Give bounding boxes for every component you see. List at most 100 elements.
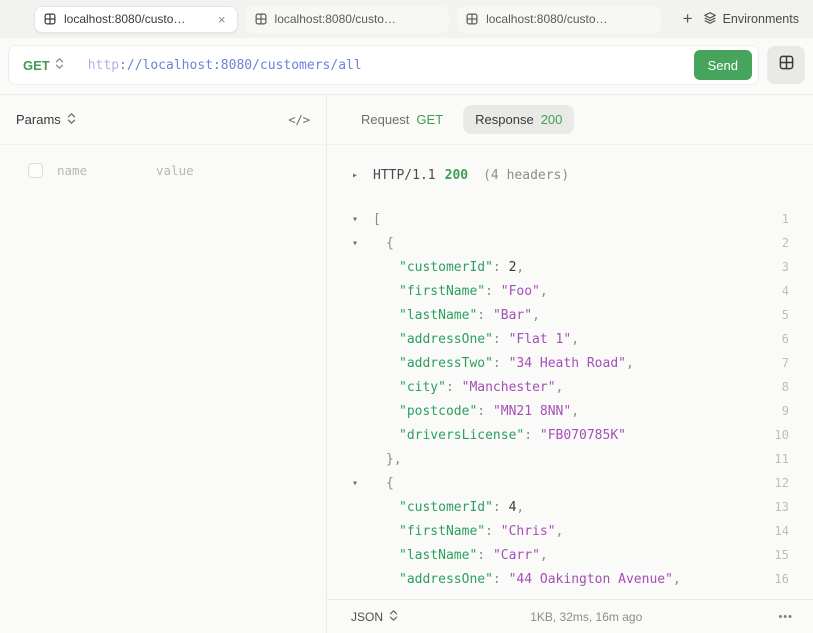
request-tab-label: Request xyxy=(361,112,410,127)
json-line: "firstName": "Chris", 14 xyxy=(327,519,813,543)
json-line: "driversLicense": "FB070785K" 10 xyxy=(327,423,813,447)
response-format-label: JSON xyxy=(351,609,384,624)
json-line-content: "addressOne": "Flat 1", xyxy=(373,332,773,347)
json-token-punct: { xyxy=(386,235,394,251)
param-enabled-checkbox[interactable] xyxy=(28,163,43,178)
params-dropdown[interactable]: Params xyxy=(16,112,76,128)
json-token-str: "Flat 1" xyxy=(508,331,572,347)
json-token-punct: : xyxy=(477,307,493,323)
line-number: 3 xyxy=(781,260,789,274)
line-number: 5 xyxy=(781,308,789,322)
grid-request-icon xyxy=(255,13,267,25)
json-token-key: "driversLicense" xyxy=(399,427,525,443)
response-header: Request GET Response 200 xyxy=(327,95,813,145)
json-token-punct: : xyxy=(477,403,493,419)
send-button[interactable]: Send xyxy=(693,50,752,80)
params-header: Params </> xyxy=(0,95,326,145)
json-token-str: "Bar" xyxy=(492,307,533,323)
tab-request-view[interactable]: Request GET xyxy=(351,105,453,134)
close-tab-icon[interactable]: × xyxy=(216,12,228,27)
chevron-up-down-icon xyxy=(55,57,64,73)
line-number: 8 xyxy=(781,380,789,394)
request-tab-1[interactable]: localhost:8080/custo… × xyxy=(34,5,238,33)
json-line-content: "city": "Manchester", xyxy=(373,380,773,395)
environments-label: Environments xyxy=(722,12,799,26)
json-token-key: "lastName" xyxy=(399,307,478,323)
collapse-arrow-down-icon[interactable]: ▾ xyxy=(327,214,373,225)
json-token-punct: : xyxy=(492,499,509,515)
json-token-punct: [ xyxy=(373,211,381,227)
json-line-content: }, xyxy=(373,452,773,467)
http-status-line: ▸ HTTP/1.1 200 (4 headers) xyxy=(327,163,813,187)
params-label: Params xyxy=(16,112,61,127)
json-token-key: "customerId" xyxy=(399,259,493,275)
url-input[interactable]: http://localhost:8080/customers/all xyxy=(88,58,694,73)
json-token-punct: , xyxy=(555,379,564,395)
method-selector[interactable]: GET xyxy=(23,57,64,73)
json-line-content: "lastName": "Carr", xyxy=(373,548,773,563)
line-number: 1 xyxy=(781,212,789,226)
request-tab-3[interactable]: localhost:8080/custo… xyxy=(457,5,661,33)
http-protocol: HTTP/1.1 xyxy=(373,167,436,183)
json-token-key: "postcode" xyxy=(399,403,478,419)
json-token-punct: , xyxy=(516,499,525,515)
json-token-punct: { xyxy=(386,475,394,491)
json-token-punct: , xyxy=(539,283,548,299)
line-number: 13 xyxy=(774,500,789,514)
tab-label: localhost:8080/custo… xyxy=(64,12,186,26)
more-options-button[interactable]: ••• xyxy=(774,609,797,625)
collapse-arrow-down-icon[interactable]: ▾ xyxy=(327,238,373,249)
line-number: 12 xyxy=(774,476,789,490)
new-tab-button[interactable]: + xyxy=(673,4,703,34)
json-token-punct: : xyxy=(492,355,509,371)
json-line-content: "customerId": 2, xyxy=(373,260,773,275)
json-line: }, 11 xyxy=(327,447,813,471)
response-json-lines: ▾[1 ▾{2 "customerId": 2, 3 "firstName": "Foo… xyxy=(327,207,813,591)
grid-view-button[interactable] xyxy=(767,46,805,84)
param-row xyxy=(0,163,326,178)
json-token-punct: , xyxy=(532,307,540,323)
json-line: "lastName": "Bar", 5 xyxy=(327,303,813,327)
tab-response-view[interactable]: Response 200 xyxy=(463,105,575,134)
collapse-arrow-right-icon[interactable]: ▸ xyxy=(327,170,373,181)
json-line: "addressOne": "Flat 1", 6 xyxy=(327,327,813,351)
json-token-punct: , xyxy=(672,571,681,587)
method-label: GET xyxy=(23,57,50,73)
json-line: "addressTwo": "34 Heath Road", 7 xyxy=(327,351,813,375)
collapse-arrow-down-icon[interactable]: ▾ xyxy=(327,478,373,489)
request-tab-2[interactable]: localhost:8080/custo… xyxy=(245,5,450,33)
json-line: "firstName": "Foo", 4 xyxy=(327,279,813,303)
json-token-punct: : xyxy=(492,259,509,275)
response-format-selector[interactable]: JSON xyxy=(351,609,398,625)
line-number: 11 xyxy=(774,452,789,466)
line-number: 6 xyxy=(781,332,789,346)
json-token-punct: : xyxy=(485,523,501,539)
json-token-key: "lastName" xyxy=(399,547,478,563)
http-status: 200 xyxy=(444,167,469,183)
app-window: localhost:8080/custo… × localhost:8080/c… xyxy=(0,0,813,633)
param-value-input[interactable] xyxy=(156,163,241,178)
json-line: "customerId": 2, 3 xyxy=(327,255,813,279)
url-path: ://localhost:8080/customers/all xyxy=(119,57,362,73)
environments-button[interactable]: Environments xyxy=(703,11,799,28)
code-icon[interactable]: </> xyxy=(288,113,310,127)
request-url-row: GET http://localhost:8080/customers/all … xyxy=(0,38,813,95)
line-number: 2 xyxy=(781,236,789,250)
json-token-str: "34 Heath Road" xyxy=(508,355,626,371)
json-line: "addressOne": "44 Oakington Avenue", 16 xyxy=(327,567,813,591)
json-token-str: "MN21 8NN" xyxy=(492,403,572,419)
json-token-punct: , xyxy=(625,355,634,371)
json-token-punct: , xyxy=(516,259,525,275)
json-token-punct: : xyxy=(524,427,540,443)
chevron-up-down-icon xyxy=(389,609,398,625)
http-headers-count: (4 headers) xyxy=(483,167,570,183)
json-token-punct: : xyxy=(492,331,509,347)
json-token-str: "Foo" xyxy=(500,283,540,299)
json-line-content: [ xyxy=(373,212,773,227)
line-number: 9 xyxy=(781,404,789,418)
json-token-str: "Carr" xyxy=(492,547,540,563)
param-name-input[interactable] xyxy=(57,163,142,178)
json-token-str: "FB070785K" xyxy=(539,427,626,443)
json-line-content: "addressTwo": "34 Heath Road", xyxy=(373,356,773,371)
request-tab-method: GET xyxy=(416,112,444,127)
